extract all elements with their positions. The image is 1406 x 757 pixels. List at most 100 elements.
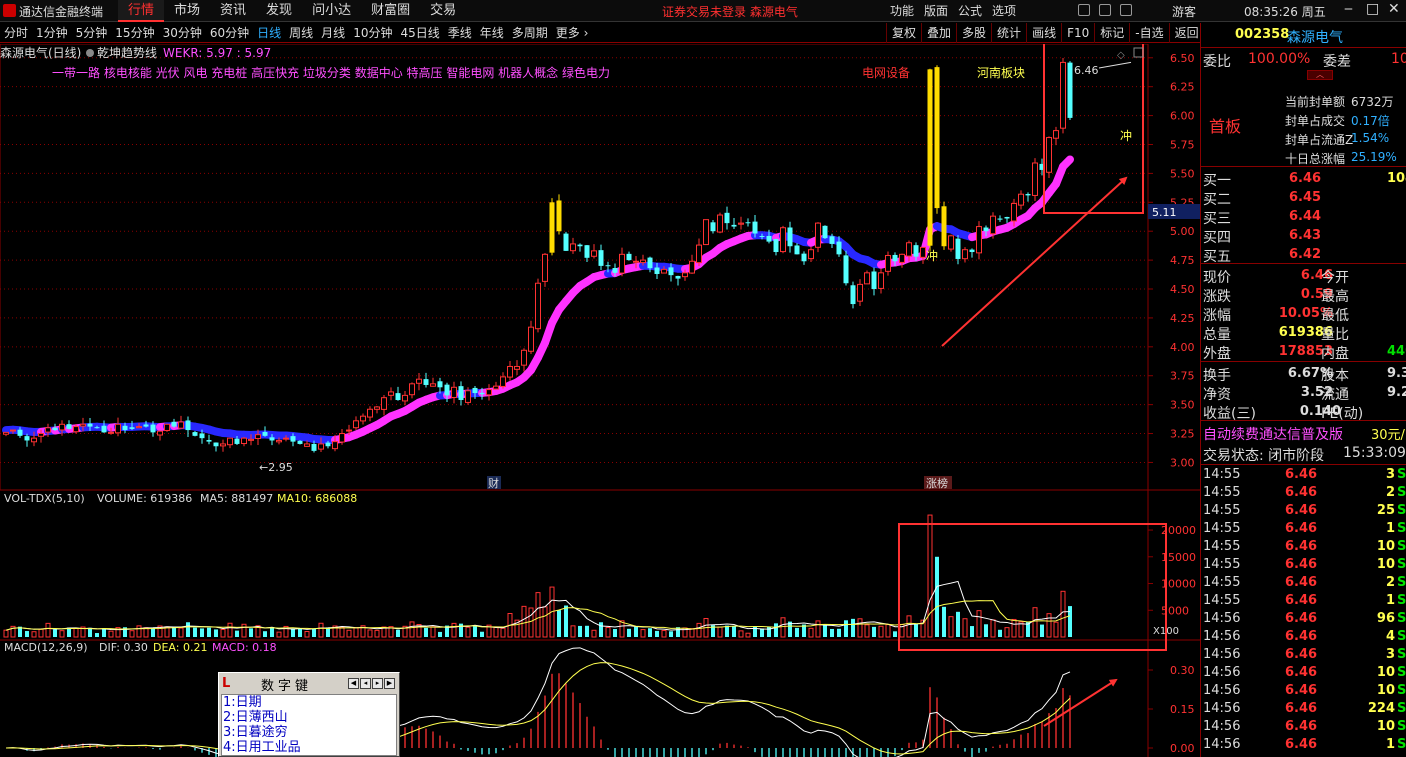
promo-text[interactable]: 自动续费通达信普及版 — [1203, 424, 1343, 444]
tick-row[interactable]: 14:55 6.46 10 S — [1201, 538, 1406, 556]
period-tab-6[interactable]: 日线 — [253, 23, 285, 43]
tick-price: 6.46 — [1285, 665, 1318, 680]
expand-icon[interactable] — [1133, 47, 1144, 58]
top-menu-item-0[interactable]: 行情 — [118, 0, 165, 22]
right-menu-item-2[interactable]: 公式 — [953, 0, 987, 22]
login-notice[interactable]: 证券交易未登录 森源电气 — [662, 3, 798, 20]
nav-next-icon[interactable]: ▸ — [372, 678, 383, 689]
right-menu-item-3[interactable]: 选项 — [987, 0, 1021, 22]
tick-row[interactable]: 14:56 6.46 3 S — [1201, 646, 1406, 664]
collapse-icon[interactable]: ︿ — [1307, 70, 1333, 80]
tick-volume: 96 — [1376, 611, 1395, 626]
volume-bar — [136, 625, 142, 638]
top-menu-item-2[interactable]: 资讯 — [210, 0, 256, 22]
top-menu-item-6[interactable]: 交易 — [420, 0, 466, 22]
tool-button-4[interactable]: 画线 — [1026, 23, 1061, 43]
tick-row[interactable]: 14:56 6.46 224 S — [1201, 700, 1406, 718]
bid-row-2: 买三 6.44 — [1201, 207, 1406, 227]
finance-marker-text: 财 — [488, 476, 499, 490]
tool-button-7[interactable]: -自选 — [1129, 23, 1168, 43]
close-icon[interactable]: ✕ — [1388, 1, 1400, 17]
tick-row[interactable]: 14:55 6.46 2 S — [1201, 484, 1406, 502]
candle-body — [94, 427, 100, 429]
nav-first-icon[interactable]: ◀ — [348, 678, 359, 689]
tick-row[interactable]: 14:55 6.46 10 S — [1201, 556, 1406, 574]
period-tab-10[interactable]: 45日线 — [396, 23, 443, 43]
tool-button-1[interactable]: 叠加 — [921, 23, 956, 43]
tick-row[interactable]: 14:55 6.46 3 S — [1201, 466, 1406, 484]
numeric-keypad-popup[interactable]: L 数字键 ◀ ◂ ▸ ▶ 1:日期 2:日薄西山 3:日暮途穷 4:日用工业品 — [218, 672, 400, 757]
period-tab-1[interactable]: 1分钟 — [32, 23, 72, 43]
indicator-settings-icon[interactable] — [86, 49, 94, 57]
tick-row[interactable]: 14:55 6.46 1 S — [1201, 520, 1406, 538]
promo-row[interactable]: 自动续费通达信普及版 30元/ — [1201, 423, 1406, 443]
nav-prev-icon[interactable]: ◂ — [360, 678, 371, 689]
top-menu-item-1[interactable]: 市场 — [164, 0, 210, 22]
numpad-item-3[interactable]: 4:日用工业品 — [222, 740, 396, 755]
volume-bar — [25, 631, 29, 637]
volume-bar — [717, 626, 723, 638]
volume-bar — [1053, 621, 1059, 638]
app-name: 通达信金融终端 — [19, 5, 104, 19]
lock-icon[interactable] — [1078, 4, 1090, 16]
sector-tag-henan[interactable]: 河南板块 — [977, 65, 1025, 80]
mobile-icon[interactable] — [1099, 4, 1111, 16]
candle-body — [108, 431, 114, 434]
tick-row[interactable]: 14:55 6.46 25 S — [1201, 502, 1406, 520]
numpad-item-2[interactable]: 3:日暮途穷 — [222, 725, 396, 740]
tick-time: 14:55 — [1203, 503, 1241, 518]
top-menu-item-5[interactable]: 财富圈 — [361, 0, 420, 22]
volume-bar — [605, 627, 611, 638]
tick-row[interactable]: 14:55 6.46 1 S — [1201, 592, 1406, 610]
tick-row[interactable]: 14:56 6.46 1 S — [1201, 736, 1406, 754]
period-tab-2[interactable]: 5分钟 — [72, 23, 112, 43]
nav-last-icon[interactable]: ▶ — [384, 678, 395, 689]
tool-button-8[interactable]: 返回 — [1168, 23, 1204, 43]
numpad-titlebar[interactable]: L 数字键 ◀ ◂ ▸ ▶ — [219, 673, 399, 694]
period-tab-5[interactable]: 60分钟 — [206, 23, 253, 43]
period-tab-8[interactable]: 月线 — [317, 23, 349, 43]
minimize-icon[interactable]: ‒ — [1344, 1, 1353, 17]
tick-row[interactable]: 14:56 6.46 10 S — [1201, 664, 1406, 682]
top-menu-item-3[interactable]: 发现 — [256, 0, 302, 22]
numpad-item-1[interactable]: 2:日薄西山 — [222, 710, 396, 725]
tick-row[interactable]: 14:55 6.46 2 S — [1201, 574, 1406, 592]
numpad-item-0[interactable]: 1:日期 — [222, 695, 396, 710]
period-tab-12[interactable]: 年线 — [476, 23, 508, 43]
candle-body — [976, 226, 982, 254]
top-menu-item-4[interactable]: 问小达 — [302, 0, 361, 22]
tick-row[interactable]: 14:56 6.46 10 S — [1201, 682, 1406, 700]
period-tab-3[interactable]: 15分钟 — [111, 23, 158, 43]
tool-button-2[interactable]: 多股 — [956, 23, 991, 43]
tool-button-6[interactable]: 标记 — [1094, 23, 1129, 43]
period-tab-11[interactable]: 季线 — [444, 23, 476, 43]
candle-body — [864, 272, 870, 285]
right-menu-item-0[interactable]: 功能 — [885, 0, 919, 22]
tool-button-3[interactable]: 统计 — [991, 23, 1026, 43]
numpad-list[interactable]: 1:日期 2:日薄西山 3:日暮途穷 4:日用工业品 — [221, 694, 397, 756]
tick-row[interactable]: 14:56 6.46 96 S — [1201, 610, 1406, 628]
volume-bar — [220, 628, 226, 638]
tick-row[interactable]: 14:56 6.46 10 S — [1201, 718, 1406, 736]
tool-button-0[interactable]: 复权 — [886, 23, 921, 43]
candle-body — [605, 265, 611, 267]
sector-tag-grid[interactable]: 电网设备 — [862, 66, 910, 80]
kline-chart[interactable]: 森源电气(日线) 乾坤趋势线 WEKR: 5.97 : 5.97 一带一路 核电… — [0, 44, 1200, 757]
period-tab-9[interactable]: 10分钟 — [349, 23, 396, 43]
volume-bar — [304, 631, 310, 638]
tick-time: 14:56 — [1203, 701, 1241, 716]
period-tab-0[interactable]: 分时 — [0, 23, 32, 43]
volume-bar — [927, 514, 933, 638]
quote-panel: 002358 森源电气 委比 100.00% 委差 10 ︿ 首板 当前封单额 6… — [1200, 23, 1406, 757]
tool-button-5[interactable]: F10 — [1061, 23, 1094, 43]
diamond-icon[interactable]: ◇ — [1117, 50, 1125, 61]
maximize-icon[interactable]: □ — [1366, 1, 1379, 17]
tick-row[interactable]: 14:56 6.46 4 S — [1201, 628, 1406, 646]
right-menu-item-1[interactable]: 版面 — [919, 0, 953, 22]
message-icon[interactable] — [1120, 4, 1132, 16]
period-tab-13[interactable]: 多周期 — [508, 23, 552, 43]
period-tab-14[interactable]: 更多 › — [552, 23, 593, 43]
period-tab-7[interactable]: 周线 — [285, 23, 317, 43]
user-label[interactable]: 游客 — [1172, 3, 1196, 20]
period-tab-4[interactable]: 30分钟 — [159, 23, 206, 43]
